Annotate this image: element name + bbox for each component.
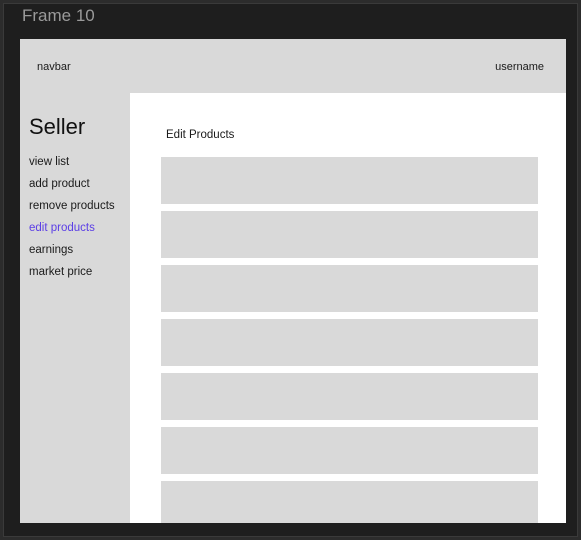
- sidebar-item-market-price[interactable]: market price: [29, 265, 115, 287]
- navbar-brand[interactable]: navbar: [37, 61, 71, 73]
- product-row[interactable]: [161, 157, 538, 204]
- frame-10: navbar username Seller view list add pro…: [20, 39, 566, 523]
- product-row[interactable]: [161, 265, 538, 312]
- page-title: Edit Products: [166, 129, 235, 141]
- frame-label[interactable]: Frame 10: [22, 6, 95, 26]
- product-row[interactable]: [161, 481, 538, 523]
- product-row[interactable]: [161, 211, 538, 258]
- sidebar-menu: view list add product remove products ed…: [29, 155, 115, 287]
- sidebar-item-remove-products[interactable]: remove products: [29, 199, 115, 221]
- sidebar: Seller view list add product remove prod…: [20, 93, 130, 523]
- product-row[interactable]: [161, 373, 538, 420]
- product-list: [161, 157, 538, 523]
- sidebar-item-edit-products[interactable]: edit products: [29, 221, 115, 243]
- design-canvas: Frame 10 navbar username Seller view lis…: [0, 0, 581, 540]
- product-row[interactable]: [161, 319, 538, 366]
- sidebar-item-view-list[interactable]: view list: [29, 155, 115, 177]
- sidebar-item-earnings[interactable]: earnings: [29, 243, 115, 265]
- sidebar-item-add-product[interactable]: add product: [29, 177, 115, 199]
- navbar: navbar username: [20, 39, 566, 93]
- product-row[interactable]: [161, 427, 538, 474]
- navbar-username[interactable]: username: [495, 61, 544, 73]
- sidebar-title: Seller: [29, 114, 86, 139]
- main-content: Edit Products: [130, 93, 566, 523]
